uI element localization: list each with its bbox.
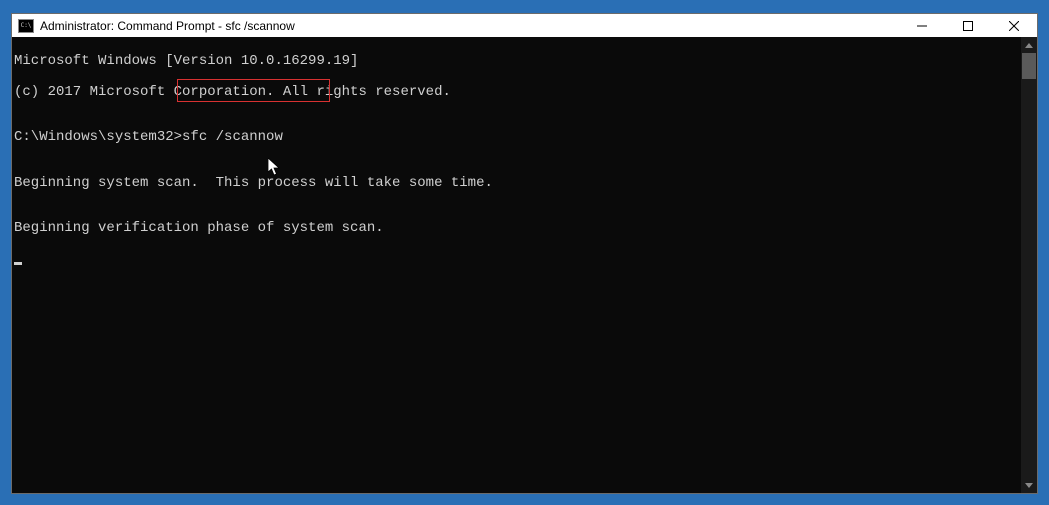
text-cursor: [14, 262, 22, 265]
console-area[interactable]: Microsoft Windows [Version 10.0.16299.19…: [12, 37, 1037, 493]
cmd-icon-label: C:\: [21, 23, 32, 29]
minimize-button[interactable]: [899, 14, 945, 37]
prompt-text: C:\Windows\system32>: [14, 129, 182, 145]
window-title: Administrator: Command Prompt - sfc /sca…: [40, 19, 899, 33]
cursor-line: [14, 252, 1021, 267]
scroll-down-button[interactable]: [1021, 477, 1037, 493]
scroll-up-button[interactable]: [1021, 37, 1037, 53]
close-button[interactable]: [991, 14, 1037, 37]
console-output: Microsoft Windows [Version 10.0.16299.19…: [12, 37, 1021, 493]
vertical-scrollbar[interactable]: [1021, 37, 1037, 493]
titlebar[interactable]: C:\ Administrator: Command Prompt - sfc …: [12, 14, 1037, 37]
window-controls: [899, 14, 1037, 37]
scroll-thumb[interactable]: [1022, 53, 1036, 79]
maximize-button[interactable]: [945, 14, 991, 37]
output-line: Beginning verification phase of system s…: [14, 221, 1021, 236]
output-line: Microsoft Windows [Version 10.0.16299.19…: [14, 54, 1021, 69]
command-prompt-window: C:\ Administrator: Command Prompt - sfc …: [11, 13, 1038, 494]
output-line: (c) 2017 Microsoft Corporation. All righ…: [14, 85, 1021, 100]
output-line: Beginning system scan. This process will…: [14, 176, 1021, 191]
cmd-icon: C:\: [18, 19, 34, 33]
command-text: sfc /scannow: [182, 129, 283, 145]
prompt-line: C:\Windows\system32>sfc /scannow: [14, 130, 1021, 145]
